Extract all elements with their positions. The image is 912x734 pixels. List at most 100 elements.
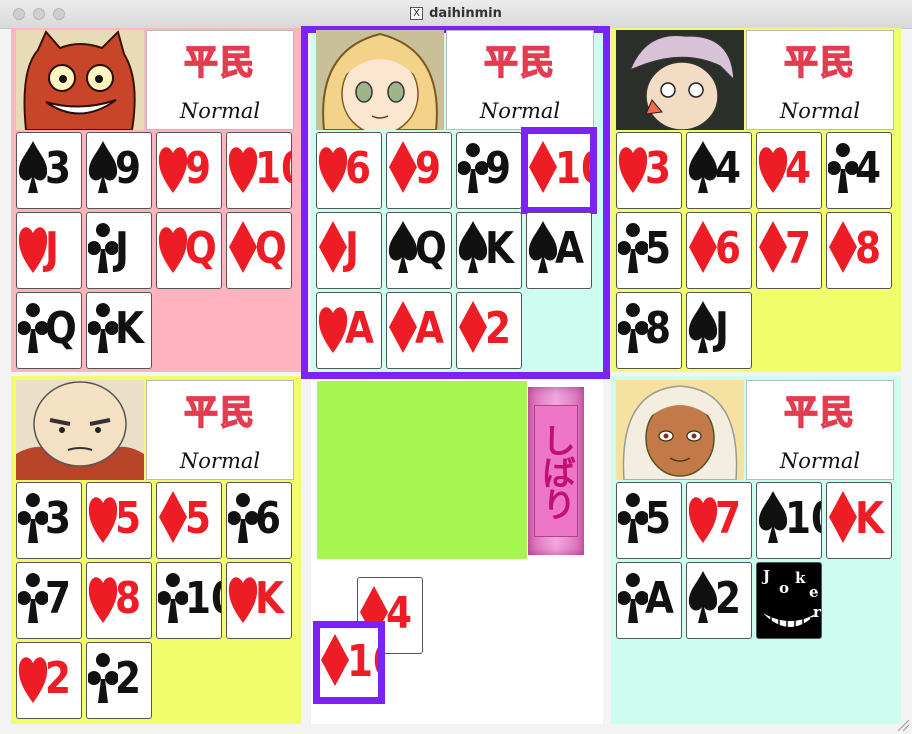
pink-hair-boy-icon — [616, 30, 744, 130]
card-rank: K — [115, 303, 144, 354]
hand-card[interactable]: 2 — [686, 562, 752, 639]
hand-card[interactable]: J — [686, 292, 752, 369]
hand-card[interactable]: A — [526, 212, 592, 289]
spade-icon — [688, 301, 718, 353]
hand-card[interactable]: 5 — [156, 482, 222, 559]
player-avatar — [316, 30, 444, 130]
shibari-label: しばり — [534, 405, 578, 537]
hand-card[interactable]: 5 — [616, 212, 682, 289]
player-rank: 平民 — [183, 392, 256, 434]
hand-card[interactable]: 4 — [756, 132, 822, 209]
card-rank: 2 — [45, 653, 72, 704]
hand-card[interactable]: 8 — [826, 212, 892, 289]
club-icon — [618, 303, 648, 353]
hand-card[interactable]: 5 — [86, 482, 152, 559]
card-rank: 2 — [715, 573, 742, 624]
card-rank: 9 — [185, 143, 212, 194]
heart-icon — [88, 497, 118, 543]
card-rank: J — [345, 223, 359, 274]
hand-card[interactable]: 4 — [686, 132, 752, 209]
hand-card[interactable]: 10 — [156, 562, 222, 639]
hand-card[interactable]: K — [226, 562, 292, 639]
diamond-icon — [319, 221, 347, 273]
hand-card[interactable]: 6 — [686, 212, 752, 289]
hand-card[interactable]: 9 — [156, 132, 222, 209]
hand-card[interactable]: A — [316, 292, 382, 369]
card-rank: A — [345, 303, 374, 354]
hand-card[interactable]: A — [616, 562, 682, 639]
window-title-wrap: Xdaihinmin — [0, 6, 912, 21]
card-rank: K — [855, 493, 884, 544]
hand-card[interactable]: J — [86, 212, 152, 289]
hand-card[interactable]: 8 — [86, 562, 152, 639]
hand-card[interactable]: Q — [226, 212, 292, 289]
player-mode: Normal — [179, 99, 261, 123]
hand-card[interactable]: 9 — [386, 132, 452, 209]
card-rank: 5 — [115, 493, 142, 544]
hand-card[interactable]: A — [386, 292, 452, 369]
blonde-girl-icon — [316, 30, 444, 130]
hand-card[interactable]: 3 — [16, 482, 82, 559]
card-rank: Q — [255, 223, 287, 274]
player-mode: Normal — [179, 449, 261, 473]
hand-card[interactable]: K — [86, 292, 152, 369]
hand-card[interactable]: 7 — [686, 482, 752, 559]
hand-card[interactable]: K — [456, 212, 522, 289]
diamond-icon — [829, 491, 857, 543]
hand-card[interactable]: Q — [386, 212, 452, 289]
spade-icon — [528, 221, 558, 273]
card-rank: 5 — [185, 493, 212, 544]
card-rank: 7 — [715, 493, 742, 544]
club-icon — [88, 653, 118, 703]
card-rank: 3 — [45, 493, 72, 544]
hand-card[interactable]: 9 — [456, 132, 522, 209]
hand-card[interactable]: 7 — [16, 562, 82, 639]
card-rank: J — [715, 303, 729, 354]
diamond-icon — [389, 301, 417, 353]
hand-card[interactable]: 2 — [86, 642, 152, 719]
player-mode: Normal — [779, 449, 861, 473]
resize-grip-icon[interactable] — [896, 718, 910, 732]
card-rank: 4 — [386, 588, 413, 639]
heart-icon — [318, 307, 348, 353]
hand-card[interactable]: 2 — [456, 292, 522, 369]
hand-card[interactable]: J — [16, 212, 82, 289]
heart-icon — [158, 147, 188, 193]
hand-card[interactable]: 8 — [616, 292, 682, 369]
player-avatar — [616, 380, 744, 480]
card-rank: 4 — [715, 143, 742, 194]
hand-card[interactable]: 10 — [226, 132, 292, 209]
hand-card[interactable]: Q — [16, 292, 82, 369]
player-avatar — [616, 30, 744, 130]
card-rank: 6 — [255, 493, 282, 544]
hand-card[interactable]: 3 — [16, 132, 82, 209]
card-rank: 7 — [785, 223, 812, 274]
card-rank: 2 — [115, 653, 142, 704]
hand-card[interactable]: 6 — [226, 482, 292, 559]
hand-card[interactable]: J — [316, 212, 382, 289]
red-cat-icon — [16, 30, 144, 130]
hand-card[interactable]: K — [826, 482, 892, 559]
card-rank: 9 — [115, 143, 142, 194]
diamond-icon — [689, 221, 717, 273]
player-mode: Normal — [479, 99, 561, 123]
bald-man-icon — [16, 380, 144, 480]
spade-icon — [18, 141, 48, 193]
card-rank: 2 — [485, 303, 512, 354]
hand-card[interactable]: Q — [156, 212, 222, 289]
card-rank: 5 — [645, 493, 672, 544]
hand-card[interactable]: 5 — [616, 482, 682, 559]
card-rank: A — [415, 303, 444, 354]
hand-card[interactable]: 6 — [316, 132, 382, 209]
card-rank: K — [485, 223, 514, 274]
hand-card[interactable]: 4 — [826, 132, 892, 209]
hand-card[interactable]: Joker — [756, 562, 822, 639]
hand-card[interactable]: 9 — [86, 132, 152, 209]
hand-card[interactable]: 3 — [616, 132, 682, 209]
hand-card[interactable]: 10 — [756, 482, 822, 559]
hand-card[interactable]: 7 — [756, 212, 822, 289]
hand-card[interactable]: 2 — [16, 642, 82, 719]
club-icon — [618, 223, 648, 273]
player-rank-box: 平民 Normal — [146, 380, 294, 480]
heart-icon — [318, 147, 348, 193]
